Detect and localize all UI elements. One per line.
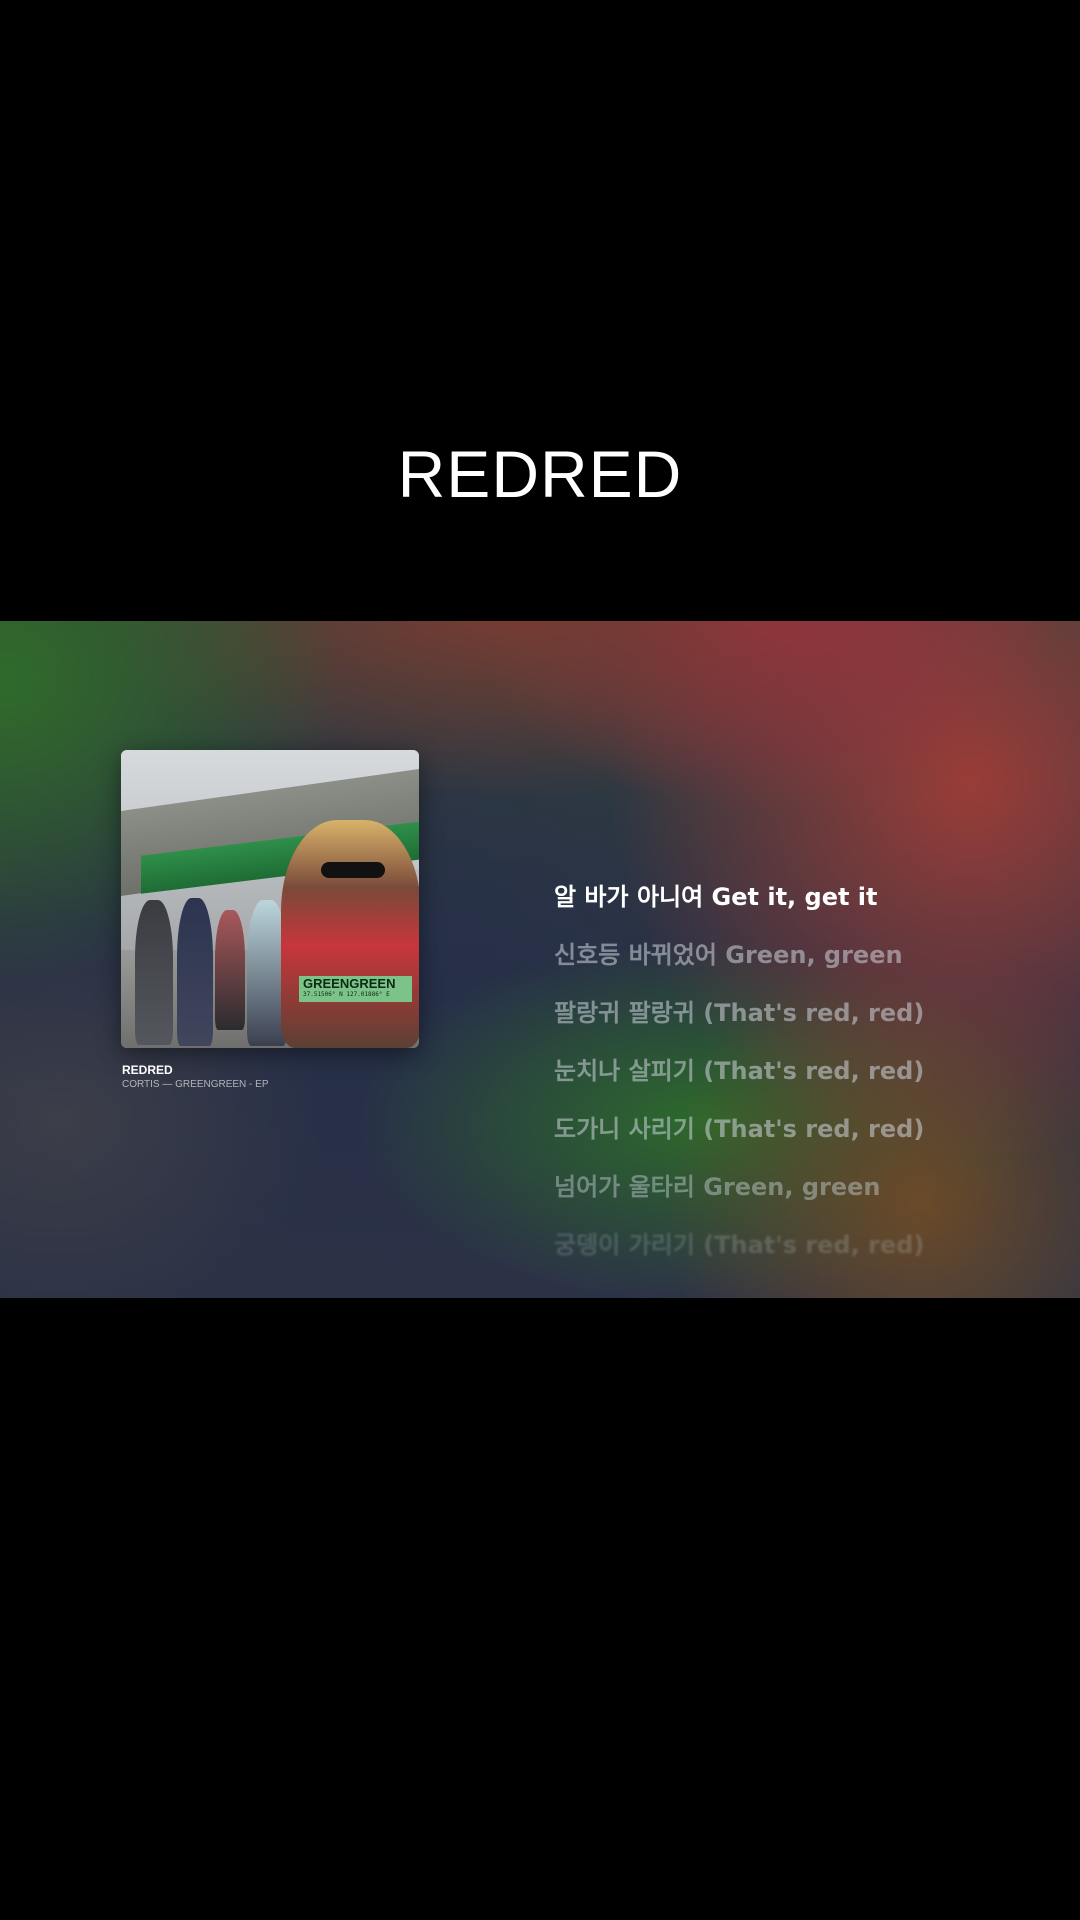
lyric-line[interactable]: 도가니 사리기 (That's red, red) xyxy=(554,1109,1054,1167)
artwork-person xyxy=(177,898,213,1046)
lyric-line[interactable]: 넘어가 울타리 Green, green xyxy=(554,1167,1054,1225)
track-title: REDRED xyxy=(122,1063,173,1077)
lyric-line[interactable]: 신호등 바뀌었어 Green, green xyxy=(554,935,1054,993)
album-name-text: GREENGREEN xyxy=(303,976,396,991)
album-name-label: GREENGREEN 37.51506° N 127.01886° E xyxy=(299,976,412,1002)
lyrics-panel: 알 바가 아니여 Get it, get it 신호등 바뀌었어 Green, … xyxy=(554,877,1054,1283)
artwork-person xyxy=(135,900,173,1045)
lyric-line[interactable]: 궁뎅이 가리기 (That's red, red) xyxy=(554,1225,1054,1283)
lyric-line[interactable]: 팔랑귀 팔랑귀 (That's red, red) xyxy=(554,993,1054,1051)
music-player-screen: GREENGREEN 37.51506° N 127.01886° E REDR… xyxy=(0,621,1080,1298)
lyric-line[interactable]: 눈치나 살피기 (That's red, red) xyxy=(554,1051,1054,1109)
track-subtitle: CORTIS — GREENGREEN - EP xyxy=(122,1079,269,1090)
album-coords-text: 37.51506° N 127.01886° E xyxy=(303,991,390,998)
artwork-person xyxy=(281,820,419,1048)
video-title: REDRED xyxy=(397,437,683,511)
artwork-person xyxy=(215,910,245,1030)
lyric-line-active[interactable]: 알 바가 아니여 Get it, get it xyxy=(554,877,1054,935)
artwork-sunglasses xyxy=(321,862,385,878)
album-artwork[interactable]: GREENGREEN 37.51506° N 127.01886° E xyxy=(121,750,419,1048)
